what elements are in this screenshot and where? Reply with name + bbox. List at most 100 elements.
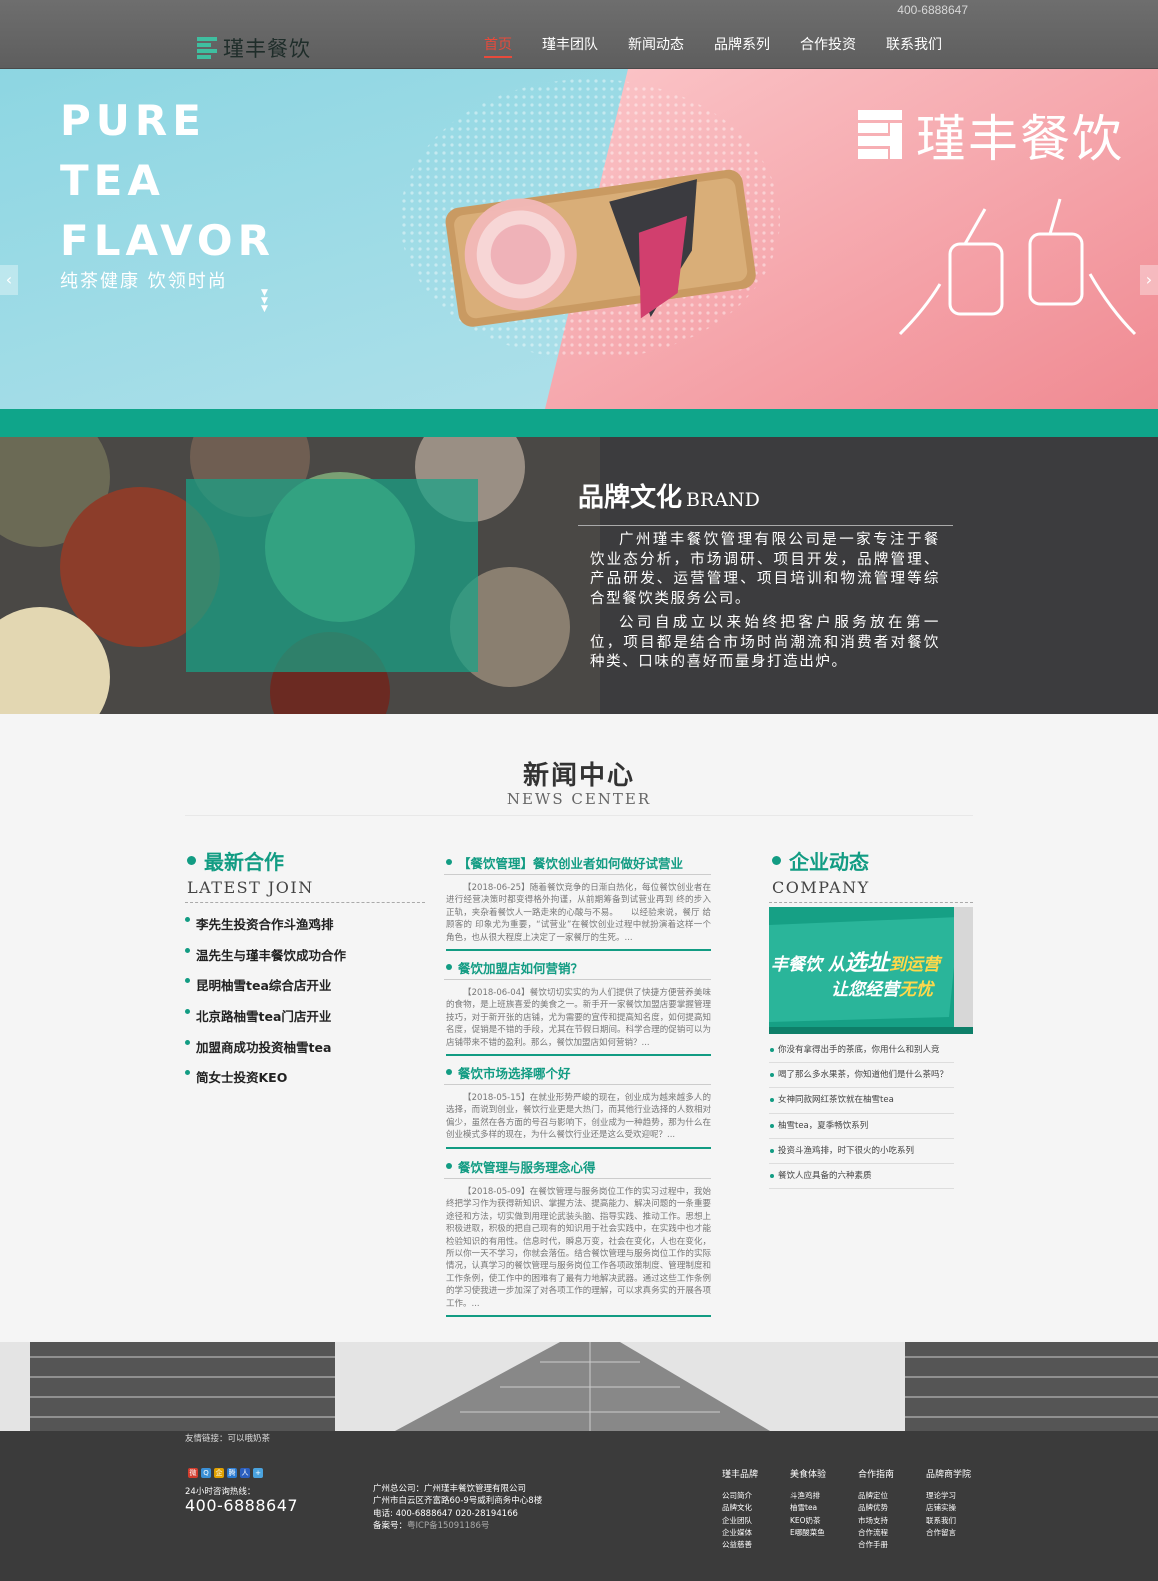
- news-divider: [185, 815, 973, 816]
- company-news-title-en: COMPANY: [772, 878, 870, 897]
- footer-column-title: 瑾丰品牌: [722, 1470, 759, 1480]
- footer-link[interactable]: 合作留言: [926, 1527, 971, 1539]
- list-item[interactable]: 李先生投资合作斗渔鸡排: [185, 914, 346, 945]
- headline-line-3: FLAVOR: [60, 216, 275, 265]
- brand-title: 品牌文化 BRAND: [578, 477, 760, 514]
- slider-next-button[interactable]: ›: [1140, 265, 1158, 295]
- header-hotline: 400-6888647: [897, 3, 968, 17]
- nav-news[interactable]: 新闻动态: [628, 34, 684, 54]
- footer-link[interactable]: 联系我们: [926, 1515, 971, 1527]
- site-footer: [0, 1431, 1158, 1581]
- headline-line-2: TEA: [60, 156, 165, 205]
- nav-home[interactable]: 首页: [484, 34, 512, 58]
- banner-slogan: 纯茶健康 饮领时尚: [60, 271, 228, 292]
- brand-title-en: BRAND: [686, 489, 760, 511]
- logo-text: 瑾丰餐饮: [223, 37, 311, 61]
- footer-column: 品牌商学院 理论学习 店铺实操 联系我们 合作留言: [926, 1467, 971, 1539]
- footer-link[interactable]: 公益慈善: [722, 1539, 758, 1551]
- footer-link[interactable]: 企业团队: [722, 1515, 758, 1527]
- company-news-image[interactable]: 丰餐饮 从选址到运营 让您经营无忧: [769, 907, 973, 1034]
- nav-team[interactable]: 瑾丰团队: [542, 34, 598, 54]
- company-news-title: 企业动态: [772, 846, 870, 875]
- company-banner-line-2: 让您经营无忧: [831, 975, 933, 1000]
- nav-brands[interactable]: 品牌系列: [714, 34, 770, 54]
- icp-number[interactable]: 粤ICP备15091186号: [407, 1521, 489, 1531]
- brand-mark-icon: [858, 110, 902, 159]
- list-item[interactable]: 简女士投资KEO: [185, 1067, 346, 1098]
- renren-icon[interactable]: 人: [240, 1468, 250, 1478]
- headline-line-1: PURE: [60, 96, 206, 145]
- article-excerpt: 【2018-05-15】在就业形势严峻的现在，创业成为越来越多人的选择，而说到创…: [446, 1092, 711, 1149]
- footer-link[interactable]: E哪酸菜鱼: [790, 1527, 826, 1539]
- footer-address: 广州总公司：广州瑾丰餐饮管理有限公司 广州市白云区齐富路60-9号威利商务中心8…: [373, 1483, 542, 1532]
- footer-column-title: 品牌商学院: [926, 1470, 972, 1480]
- company-news-list: 你没有拿得出手的茶底，你用什么和别人竞 喝了那么多水果茶，你知道他们是什么茶吗？…: [769, 1038, 954, 1190]
- article-excerpt: 【2018-06-04】餐饮切切实实的为人们提供了快捷方便营养美味的食物，是上班…: [446, 987, 711, 1057]
- slider-prev-button[interactable]: ‹: [0, 265, 18, 295]
- latest-join-list: 李先生投资合作斗渔鸡排 温先生与瑾丰餐饮成功合作 昆明柚雪tea综合店开业 北京…: [185, 914, 346, 1098]
- banner-brand-logo: 瑾丰餐饮: [858, 99, 1124, 171]
- site-logo[interactable]: 瑾丰餐饮: [197, 33, 311, 63]
- latest-join-divider: [185, 902, 425, 903]
- tencent-weibo-icon[interactable]: 腾: [227, 1468, 237, 1478]
- list-item[interactable]: 投资斗渔鸡排，时下很火的小吃系列: [769, 1139, 954, 1164]
- footer-link[interactable]: 理论学习: [926, 1490, 971, 1502]
- qq-icon[interactable]: 企: [214, 1468, 224, 1478]
- article-title[interactable]: 【餐饮管理】餐饮创业者如何做好试营业: [446, 852, 711, 872]
- footer-column: 美食体验 斗渔鸡排 柚雪tea KEO奶茶 E哪酸菜鱼: [790, 1467, 826, 1539]
- banner-text: 丰餐饮 从: [771, 955, 845, 975]
- footer-link[interactable]: 合作手册: [858, 1539, 894, 1551]
- list-item[interactable]: 温先生与瑾丰餐饮成功合作: [185, 945, 346, 976]
- address-line: 广州总公司：广州瑾丰餐饮管理有限公司: [373, 1484, 527, 1494]
- list-item[interactable]: 昆明柚雪tea综合店开业: [185, 975, 346, 1006]
- list-item[interactable]: 女神同款网红茶饮就在柚雪tea: [769, 1088, 954, 1114]
- article-title[interactable]: 餐饮市场选择哪个好: [446, 1062, 711, 1082]
- article-divider: [444, 1084, 711, 1085]
- icp-label: 备案号：: [373, 1520, 408, 1531]
- article-title[interactable]: 餐饮加盟店如何营销？: [446, 957, 711, 977]
- news-title: 新闻中心: [522, 761, 635, 791]
- article-divider: [444, 1178, 711, 1179]
- more-share-icon[interactable]: +: [253, 1468, 263, 1478]
- nav-contact[interactable]: 联系我们: [886, 34, 942, 54]
- article-divider: [444, 979, 711, 980]
- footer-column: 瑾丰品牌 公司简介 品牌文化 企业团队 企业媒体 公益慈善: [722, 1467, 758, 1551]
- friend-links[interactable]: 友情链接：可以哦奶茶: [185, 1432, 270, 1444]
- footer-building-image: [0, 1342, 1158, 1431]
- footer-column-title: 美食体验: [790, 1470, 827, 1480]
- list-item[interactable]: 北京路柚雪tea门店开业: [185, 1006, 346, 1037]
- share-icons: 微 Q 企 腾 人 +: [188, 1468, 266, 1478]
- news-article: 餐饮管理与服务理念心得 【2018-05-09】在餐饮管理与服务岗位工作的实习过…: [444, 1156, 711, 1318]
- teal-divider: [0, 409, 1158, 437]
- nav-investment[interactable]: 合作投资: [800, 34, 856, 54]
- list-item[interactable]: 加盟商成功投资柚雪tea: [185, 1037, 346, 1068]
- qzone-icon[interactable]: Q: [201, 1468, 211, 1478]
- list-item[interactable]: 柚雪tea，夏季畅饮系列: [769, 1114, 954, 1139]
- article-title[interactable]: 餐饮管理与服务理念心得: [446, 1156, 711, 1176]
- footer-link[interactable]: 公司简介: [722, 1490, 758, 1502]
- banner-text: 到运营: [888, 955, 940, 975]
- footer-link[interactable]: 店铺实操: [926, 1502, 971, 1514]
- footer-link[interactable]: 合作流程: [858, 1527, 894, 1539]
- footer-link[interactable]: 企业媒体: [722, 1527, 758, 1539]
- footer-link[interactable]: 斗渔鸡排: [790, 1490, 826, 1502]
- latest-join-header: 最新合作 LATEST JOIN: [187, 846, 314, 897]
- banner-headline: PURE TEA FLAVOR: [60, 91, 275, 271]
- footer-link[interactable]: KEO奶茶: [790, 1515, 826, 1527]
- list-item[interactable]: 餐饮人应具备的六种素质: [769, 1164, 954, 1190]
- list-item[interactable]: 喝了那么多水果茶，你知道他们是什么茶吗？: [769, 1063, 954, 1089]
- footer-link[interactable]: 市场支持: [858, 1515, 894, 1527]
- footer-link[interactable]: 品牌文化: [722, 1502, 758, 1514]
- list-item[interactable]: 你没有拿得出手的茶底，你用什么和别人竞: [769, 1038, 954, 1064]
- brand-section: 品牌文化 BRAND 广州瑾丰餐饮管理有限公司是一家专注于餐饮业态分析，市场调研、…: [0, 437, 1158, 714]
- banner-text: 选址: [844, 951, 889, 976]
- company-news-divider: [769, 902, 973, 903]
- footer-link[interactable]: 品牌优势: [858, 1502, 894, 1514]
- footer-link[interactable]: 品牌定位: [858, 1490, 894, 1502]
- article-excerpt: 【2018-05-09】在餐饮管理与服务岗位工作的实习过程中，我始终把学习作为获…: [446, 1186, 711, 1318]
- footer-link[interactable]: 柚雪tea: [790, 1502, 826, 1514]
- latest-join-title-en: LATEST JOIN: [187, 878, 314, 897]
- brand-divider: [578, 525, 953, 526]
- footer-hotline: 400-6888647: [185, 1496, 299, 1515]
- weibo-icon[interactable]: 微: [188, 1468, 198, 1478]
